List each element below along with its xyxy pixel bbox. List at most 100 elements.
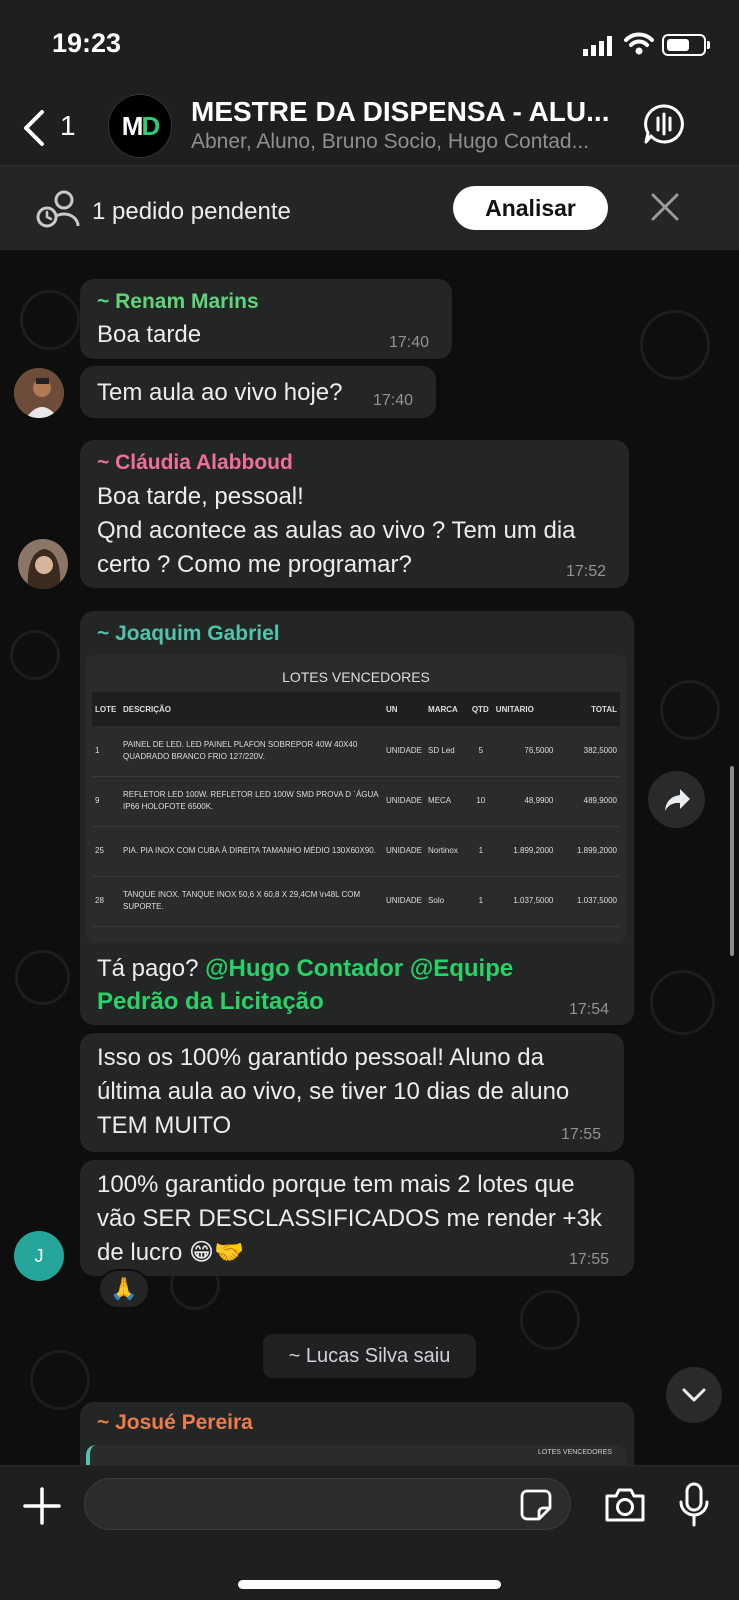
forward-button[interactable] (648, 771, 705, 828)
table-cell: UNIDADE (383, 826, 426, 877)
scroll-down-button[interactable] (666, 1367, 722, 1423)
close-icon[interactable] (650, 192, 680, 222)
message-time: 17:40 (373, 392, 414, 409)
message-text: Tá pago? @Hugo Contador @Equipe (97, 952, 513, 985)
microphone-icon[interactable] (678, 1482, 710, 1528)
message-text: Isso os 100% garantido pessoal! Aluno da (97, 1044, 544, 1071)
battery-icon (662, 34, 706, 56)
message-input-bar (0, 1465, 739, 1600)
table-header: UNITARIO (492, 692, 557, 726)
table-cell: 1.899,2000 (556, 826, 620, 877)
table-cell: 76,5000 (492, 726, 557, 777)
table-cell: 1 (92, 726, 120, 777)
chat-header: 1 MD MESTRE DA DISPENSA - ALU... Abner, … (0, 90, 739, 165)
group-logo-icon: MD (121, 110, 160, 141)
table-cell: 1 (468, 876, 493, 927)
scrollbar-thumb[interactable] (730, 766, 734, 956)
sender-avatar[interactable] (18, 539, 68, 589)
image-preview-title: LOTES VENCEDORES (538, 1449, 612, 1456)
table-cell: 1.037,5000 (492, 876, 557, 927)
sticker-icon[interactable] (519, 1488, 553, 1522)
avatar-initial: J (34, 1245, 44, 1266)
table-cell: TANQUE INOX. TANQUE INOX 50,6 X 60,8 X 2… (119, 876, 384, 927)
table-cell: UNIDADE (383, 726, 426, 777)
message-sender[interactable]: ~ Renam Marins (97, 290, 259, 314)
table-cell: 489,9000 (556, 776, 620, 827)
message-time: 17:55 (561, 1126, 602, 1143)
table-cell: Nortinox (425, 826, 469, 877)
message-input[interactable] (84, 1478, 571, 1530)
forward-icon (664, 788, 690, 811)
table-cell: PAINEL DE LED. LED PAINEL PLAFON SOBREPO… (119, 726, 384, 777)
sender-avatar[interactable]: J (14, 1231, 64, 1281)
table-cell: 10 (468, 776, 493, 827)
sender-avatar[interactable] (14, 368, 64, 418)
pending-request-text: 1 pedido pendente (92, 198, 291, 225)
wifi-icon (624, 32, 654, 55)
table-header: MARCA (425, 692, 469, 726)
message-text: TEM MUITO (97, 1112, 232, 1139)
mention-link[interactable]: @Equipe (410, 955, 513, 982)
table-row: 9 REFLETOR LED 100W. REFLETOR LED 100W S… (92, 776, 620, 827)
system-message: ~ Lucas Silva saiu (263, 1334, 476, 1378)
reaction-badge[interactable]: 🙏 (98, 1269, 150, 1309)
message-text-prefix: Tá pago? (97, 955, 206, 982)
chevron-down-icon (682, 1388, 706, 1402)
group-members[interactable]: Abner, Aluno, Bruno Socio, Hugo Contad..… (191, 130, 621, 154)
home-indicator (238, 1580, 501, 1589)
table-cell: 28 (92, 876, 120, 927)
table-cell: 5 (468, 726, 493, 777)
table-header: UN (383, 692, 426, 726)
table-cell: REFLETOR LED 100W. REFLETOR LED 100W SMD… (119, 776, 384, 827)
table-title: LOTES VENCEDORES (282, 669, 430, 685)
group-call-icon[interactable] (642, 102, 686, 146)
table-header-row: LOTE DESCRIÇÃO UN MARCA QTD UNITARIO TOT… (92, 692, 620, 726)
table-cell: 382,5000 (556, 726, 620, 777)
table-header: DESCRIÇÃO (119, 692, 384, 726)
group-avatar[interactable]: MD (108, 94, 172, 158)
table-cell: 1 (468, 826, 493, 877)
message-time: 17:52 (566, 563, 607, 580)
table-header: LOTE (92, 692, 120, 726)
back-icon[interactable] (20, 108, 50, 148)
battery-tip (707, 41, 710, 49)
table-cell: 48,9900 (492, 776, 557, 827)
mention-link[interactable]: @Hugo Contador (205, 955, 403, 982)
lotes-vencedores-image[interactable]: LOTES VENCEDORES LOTE DESCRIÇÃO UN MARCA… (86, 655, 626, 943)
table-row: 28 TANQUE INOX. TANQUE INOX 50,6 X 60,8 … (92, 876, 620, 927)
message-text: Boa tarde (97, 321, 202, 348)
table-header: TOTAL (556, 692, 620, 726)
message-text: de lucro 😁🤝 (97, 1239, 244, 1266)
table-cell: 25 (92, 826, 120, 877)
group-name[interactable]: MESTRE DA DISPENSA - ALU... (191, 96, 611, 128)
message-text: certo ? Como me programar? (97, 551, 412, 578)
message-text-space (403, 955, 410, 982)
table-cell: 1.899,2000 (492, 826, 557, 877)
message-text: Boa tarde, pessoal! (97, 483, 304, 510)
table-cell: 9 (92, 776, 120, 827)
mention-link[interactable]: Pedrão da Licitação (97, 985, 324, 1018)
person-photo-icon (14, 368, 64, 418)
table-row: 1 PAINEL DE LED. LED PAINEL PLAFON SOBRE… (92, 726, 620, 777)
signal-icon (583, 36, 612, 56)
table-cell: SD Led (425, 726, 469, 777)
message-sender[interactable]: ~ Josué Pereira (97, 1411, 253, 1435)
message-text: 100% garantido porque tem mais 2 lotes q… (97, 1171, 575, 1198)
table-cell: UNIDADE (383, 776, 426, 827)
message-sender[interactable]: ~ Joaquim Gabriel (97, 622, 280, 646)
table-row: 25 PIA. PIA INOX COM CUBA À DIREITA TAMA… (92, 826, 620, 877)
pending-request-bar: 1 pedido pendente Analisar (0, 165, 739, 250)
message-text: Tem aula ao vivo hoje? (97, 379, 343, 406)
back-unread-count[interactable]: 1 (60, 110, 76, 142)
message-sender[interactable]: ~ Cláudia Alabboud (97, 451, 293, 475)
status-time: 19:23 (52, 28, 122, 58)
table-cell: MECA (425, 776, 469, 827)
message-time: 17:40 (389, 334, 430, 351)
message-text: vão SER DESCLASSIFICADOS me render +3k (97, 1205, 602, 1232)
person-photo-icon (18, 539, 68, 589)
plus-icon[interactable] (22, 1486, 62, 1526)
table-cell: PIA. PIA INOX COM CUBA À DIREITA TAMANHO… (119, 826, 384, 877)
message-text: última aula ao vivo, se tiver 10 dias de… (97, 1078, 570, 1105)
analyze-button[interactable]: Analisar (453, 186, 608, 230)
camera-icon[interactable] (603, 1486, 647, 1524)
